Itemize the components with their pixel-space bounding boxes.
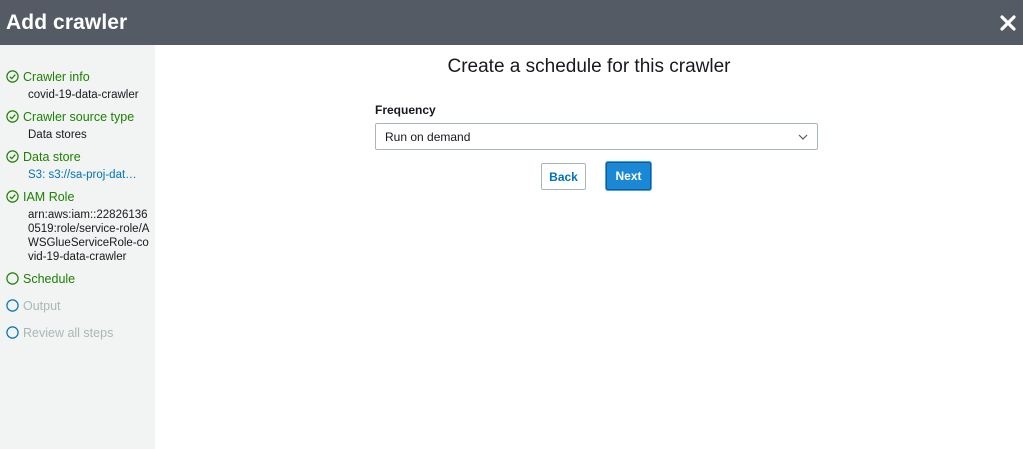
step-schedule: Schedule bbox=[0, 268, 155, 289]
step-detail: arn:aws:iam::228261360519:role/service-r… bbox=[28, 209, 150, 263]
step-label: Crawler source type bbox=[23, 109, 135, 124]
circle-icon bbox=[6, 326, 19, 339]
step-crawler-info-link[interactable]: Crawler info bbox=[0, 66, 155, 87]
frequency-select[interactable]: Run on demand bbox=[375, 123, 818, 150]
step-crawler-info: Crawler info covid-19-data-crawler bbox=[0, 66, 155, 102]
step-data-store-link[interactable]: Data store bbox=[0, 146, 155, 167]
step-label: Crawler info bbox=[23, 69, 90, 84]
step-review: Review all steps bbox=[0, 322, 155, 343]
modal-title: Add crawler bbox=[6, 10, 128, 34]
circle-icon bbox=[6, 299, 19, 312]
main-content: Create a schedule for this crawler Frequ… bbox=[155, 45, 1023, 449]
circle-icon bbox=[6, 272, 19, 285]
step-iam-role-link[interactable]: IAM Role bbox=[0, 186, 155, 207]
page-title: Create a schedule for this crawler bbox=[447, 56, 731, 77]
step-data-store: Data store S3: s3://sa-proj-dat… bbox=[0, 146, 155, 182]
frequency-selected-value: Run on demand bbox=[385, 129, 471, 144]
frequency-label: Frequency bbox=[375, 103, 436, 117]
step-crawler-source-type: Crawler source type Data stores bbox=[0, 106, 155, 142]
modal-header: Add crawler bbox=[0, 0, 1023, 45]
step-schedule-link[interactable]: Schedule bbox=[0, 268, 155, 289]
step-detail: Data stores bbox=[28, 129, 87, 141]
step-label: Review all steps bbox=[23, 325, 114, 340]
step-label: Schedule bbox=[23, 271, 76, 286]
step-output-link[interactable]: Output bbox=[0, 295, 155, 316]
data-store-link[interactable]: S3: s3://sa-proj-dat… bbox=[0, 168, 155, 182]
step-iam-role: IAM Role arn:aws:iam::228261360519:role/… bbox=[0, 186, 155, 264]
step-review-link[interactable]: Review all steps bbox=[0, 322, 155, 343]
step-output: Output bbox=[0, 295, 155, 316]
check-circle-icon bbox=[6, 110, 19, 123]
chevron-down-icon bbox=[798, 134, 808, 140]
check-circle-icon bbox=[6, 190, 19, 203]
check-circle-icon bbox=[6, 70, 19, 83]
back-button[interactable]: Back bbox=[541, 163, 586, 190]
step-label: Data store bbox=[23, 149, 81, 164]
step-label: Output bbox=[23, 298, 61, 313]
steps-sidebar: Crawler info covid-19-data-crawler Crawl… bbox=[0, 45, 155, 449]
check-circle-icon bbox=[6, 150, 19, 163]
step-label: IAM Role bbox=[23, 189, 75, 204]
step-crawler-source-type-link[interactable]: Crawler source type bbox=[0, 106, 155, 127]
close-icon[interactable] bbox=[1000, 14, 1016, 31]
next-button[interactable]: Next bbox=[606, 162, 651, 190]
step-detail: covid-19-data-crawler bbox=[28, 89, 139, 101]
